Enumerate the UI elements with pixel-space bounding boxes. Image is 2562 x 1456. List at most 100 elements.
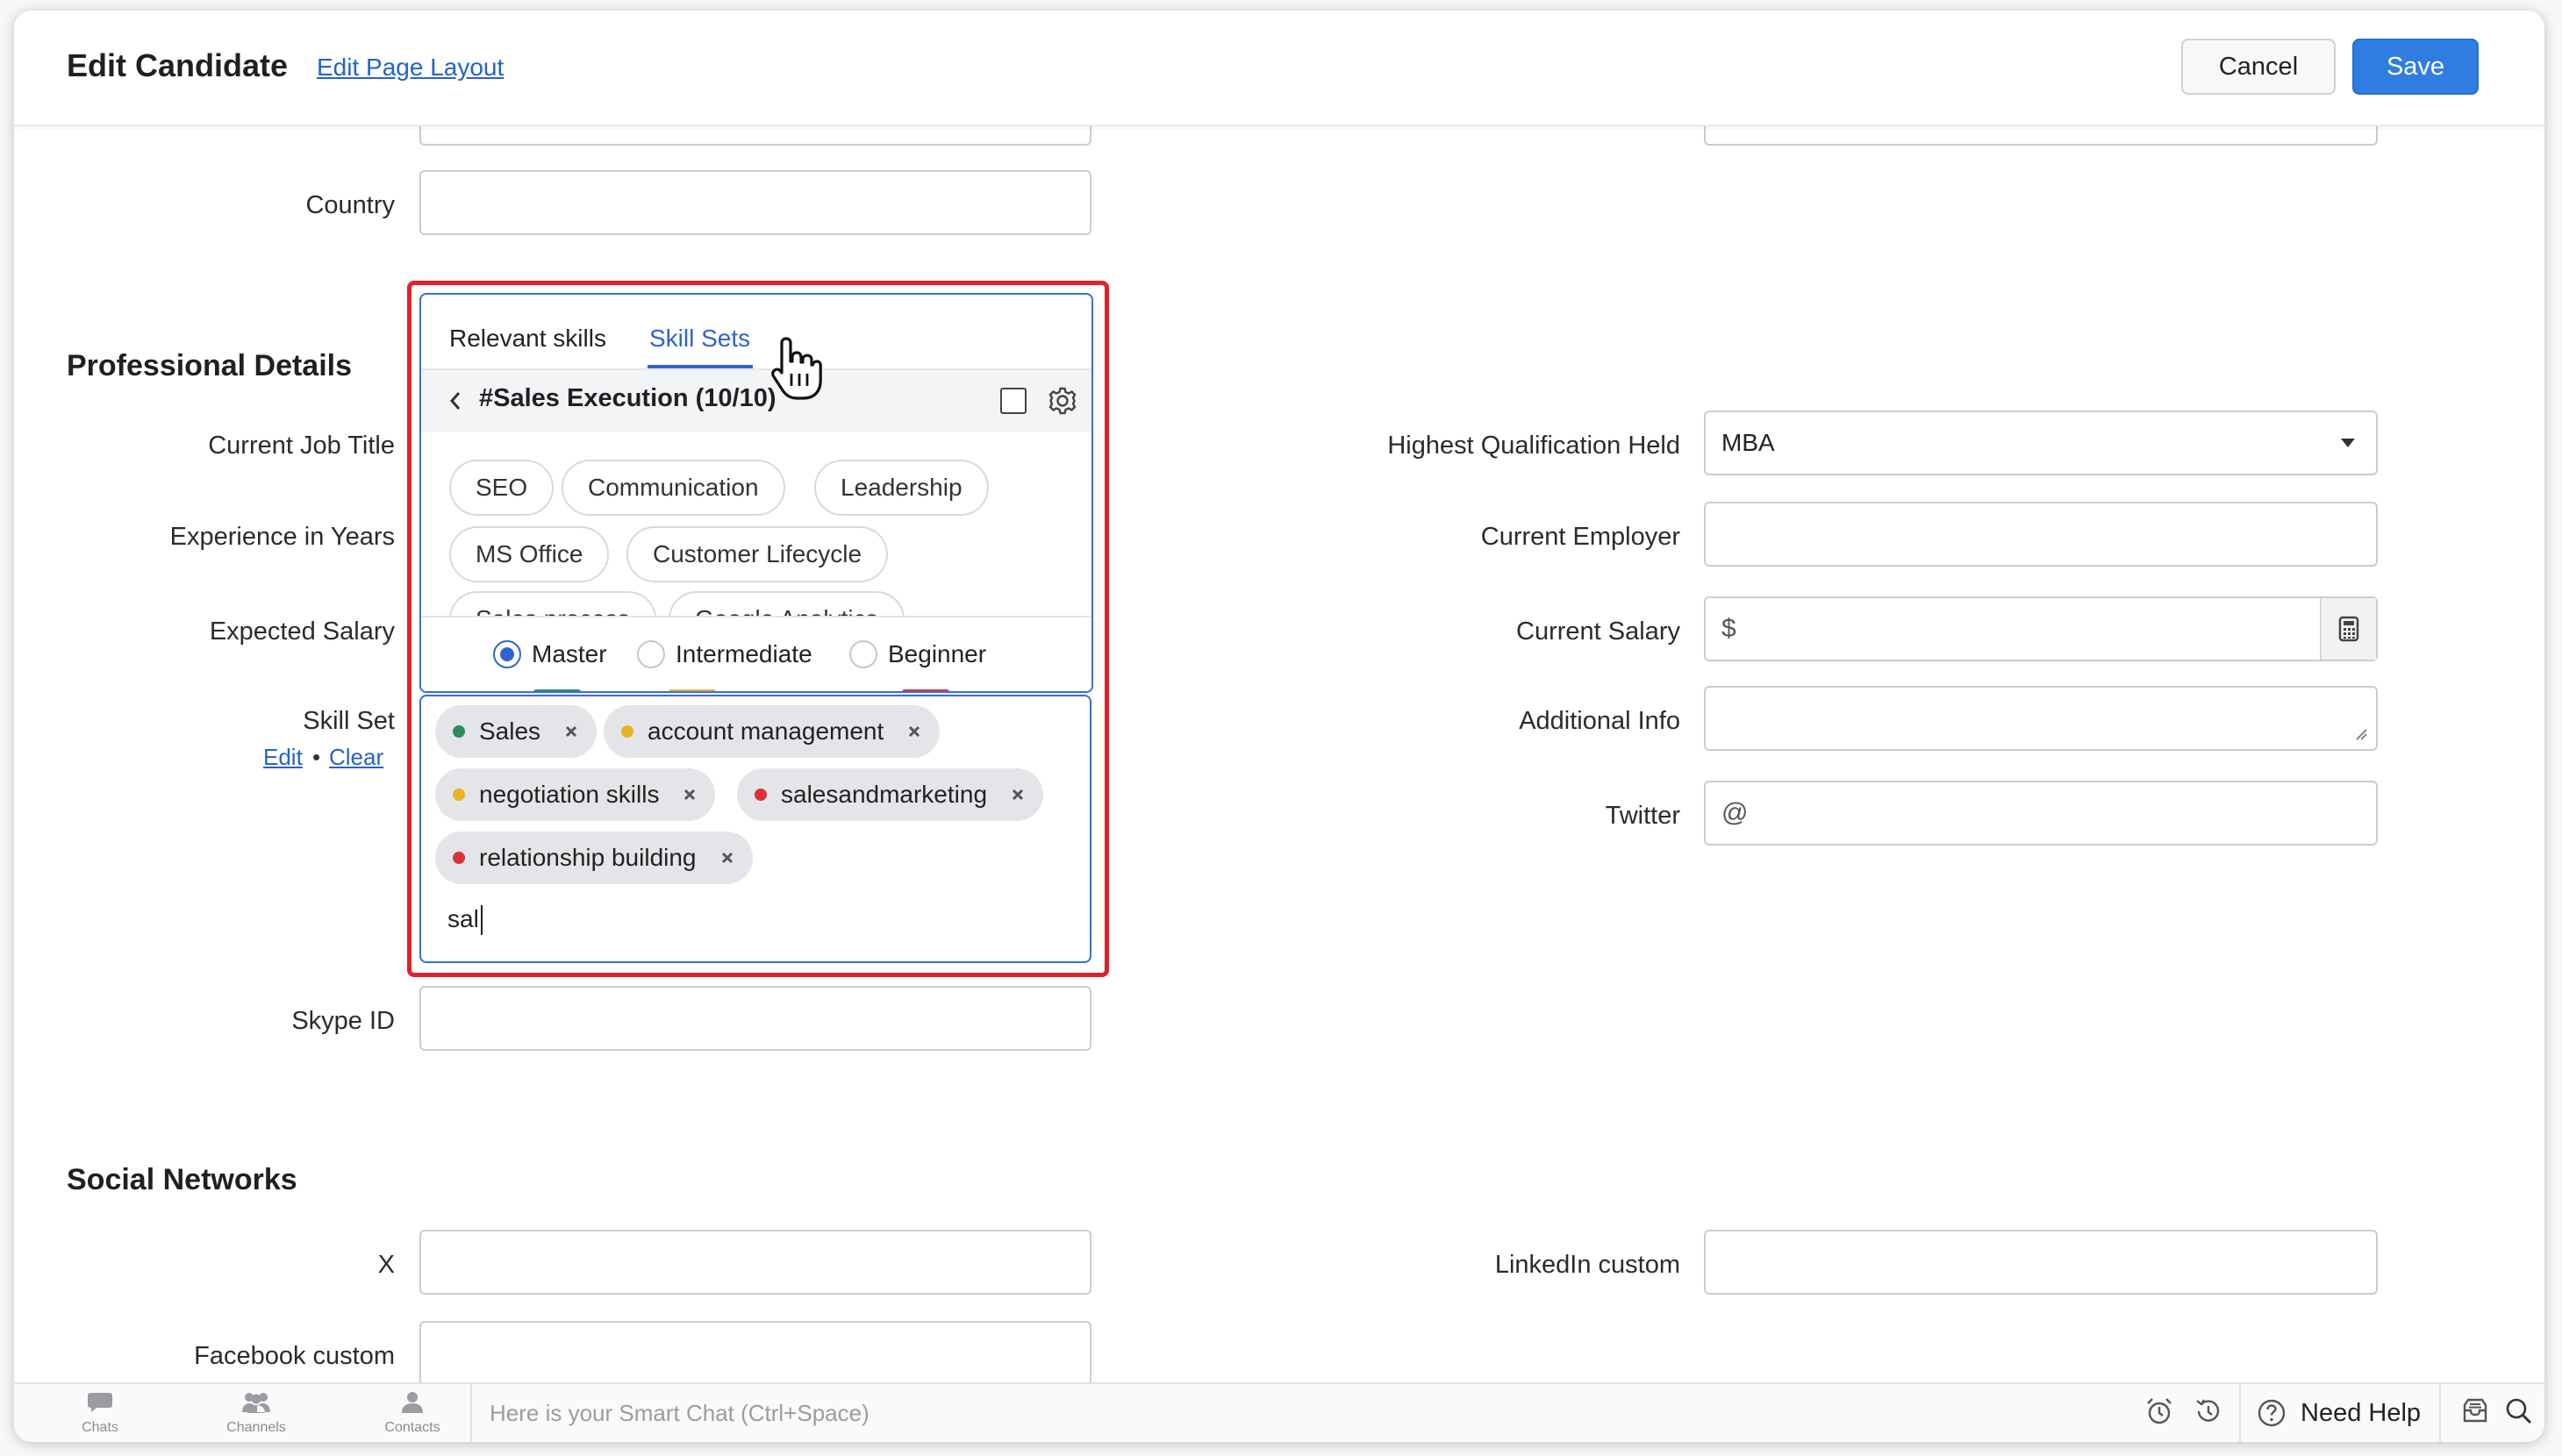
x-field[interactable] [419,1230,1091,1295]
level-dot [755,789,767,801]
level-dot [453,725,465,738]
active-tab-indicator [648,365,753,368]
skill-chip[interactable]: Customer Lifecycle [626,526,889,582]
level-intermediate-radio[interactable] [637,640,665,668]
channels-shortcut[interactable]: Channels [195,1391,318,1436]
skype-id-label: Skype ID [291,1007,395,1035]
app-window: Edit Candidate Edit Page Layout Cancel S… [14,11,2544,1442]
skill-set-clear-link[interactable]: Clear [329,744,383,771]
facebook-field[interactable] [419,1321,1091,1386]
page-header: Edit Candidate Edit Page Layout Cancel S… [14,11,2544,126]
search-icon[interactable] [2504,1396,2534,1426]
skill-set-label: Skill Set [303,707,395,735]
remove-tag-icon[interactable] [1006,783,1029,806]
chats-shortcut[interactable]: Chats [39,1391,161,1436]
contacts-label: Contacts [384,1420,440,1435]
current-salary-field[interactable]: $ [1704,596,2378,661]
skill-chip[interactable]: MS Office [449,526,610,582]
smart-chat-input[interactable]: Here is your Smart Chat (Ctrl+Space) [470,1384,1435,1442]
skill-tag-label: negotiation skills [479,781,660,808]
skill-chip[interactable]: SEO [449,460,555,516]
hand-cursor-icon [771,337,822,400]
expected-salary-label: Expected Salary [209,617,395,646]
skill-tag-label: relationship building [479,844,697,871]
remove-tag-icon[interactable] [678,783,701,806]
history-icon[interactable] [2193,1396,2223,1426]
need-help-button[interactable]: Need Help [2239,1384,2441,1442]
tab-relevant-skills[interactable]: Relevant skills [449,325,606,353]
highest-qualification-label: Highest Qualification Held [1387,432,1680,460]
experience-label: Experience in Years [169,523,395,551]
skill-set-header: #Sales Execution (10/10) [421,370,1091,432]
professional-details-heading: Professional Details [67,349,353,382]
skill-tag-label: salesandmarketing [781,781,988,808]
select-all-checkbox[interactable] [1000,388,1027,414]
twitter-label: Twitter [1605,802,1680,830]
skill-level-selector: Master Intermediate Beginner [421,616,1091,691]
remove-tag-icon[interactable] [903,720,926,743]
level-dot [453,852,465,864]
remove-tag-icon[interactable] [560,720,583,743]
highest-qualification-value: MBA [1721,429,1775,456]
skill-tag: Sales [435,705,598,758]
current-salary-label: Current Salary [1516,617,1680,646]
edit-page-layout-link[interactable]: Edit Page Layout [317,54,504,82]
skill-search-text[interactable]: sal [447,905,483,935]
bottom-bar: Chats Channels Contacts Here is your Sma… [14,1382,2544,1442]
chat-bubble-icon [88,1393,112,1412]
level-master-radio[interactable] [493,640,521,668]
skill-tag: negotiation skills [435,768,716,821]
page-title: Edit Candidate [67,47,289,83]
level-dot [453,789,465,801]
level-master-label[interactable]: Master [532,640,607,668]
x-label: X [377,1251,395,1279]
facebook-label: Facebook custom [194,1342,395,1370]
remove-tag-icon[interactable] [716,846,739,869]
channels-label: Channels [226,1420,286,1435]
dropdown-caret-icon [2341,439,2355,447]
twitter-field[interactable]: @ [1704,781,2378,846]
social-networks-heading: Social Networks [67,1163,297,1196]
linkedin-label: LinkedIn custom [1494,1251,1680,1279]
skill-set-edit-link[interactable]: Edit [263,744,303,771]
additional-info-label: Additional Info [1519,707,1680,735]
contacts-shortcut[interactable]: Contacts [351,1391,474,1436]
tab-skill-sets[interactable]: Skill Sets [649,325,750,353]
highest-qualification-select[interactable]: MBA [1704,410,2378,475]
channels-icon [242,1393,270,1413]
current-employer-label: Current Employer [1480,523,1680,551]
current-job-title-label: Current Job Title [208,432,395,460]
cancel-button[interactable]: Cancel [2181,39,2336,95]
skill-tag: account management [604,705,941,758]
need-help-label: Need Help [2301,1398,2422,1427]
skill-tag-label: account management [648,717,884,745]
linkedin-field[interactable] [1704,1230,2378,1295]
level-intermediate-label[interactable]: Intermediate [676,640,812,668]
skill-picker-popup: Relevant skills Skill Sets #Sales Execut… [419,293,1093,693]
level-beginner-color [902,689,949,691]
skill-chip[interactable]: Leadership [814,460,989,516]
country-field[interactable] [419,170,1091,235]
current-employer-field[interactable] [1704,502,2378,567]
chevron-left-icon[interactable] [447,389,463,412]
level-beginner-label[interactable]: Beginner [888,640,986,668]
alarm-clock-icon[interactable] [2144,1396,2174,1426]
level-intermediate-color [669,689,716,691]
notification-tray-icon[interactable] [2460,1396,2490,1426]
additional-info-textarea[interactable] [1704,686,2378,751]
level-beginner-radio[interactable] [849,640,877,668]
save-button[interactable]: Save [2352,39,2479,95]
level-master-color [533,689,581,691]
skype-id-field[interactable] [419,986,1091,1051]
resize-handle-icon[interactable] [2353,726,2367,740]
skill-set-title: #Sales Execution (10/10) [479,384,776,412]
calculator-icon[interactable] [2320,598,2376,660]
gear-icon[interactable] [1046,384,1079,418]
skill-chip[interactable]: Communication [562,460,785,516]
skill-set-input[interactable]: Sales account management negotiation ski… [419,695,1091,963]
contact-person-icon [402,1392,423,1413]
at-prefix: @ [1721,798,1749,827]
link-separator: • [312,744,321,770]
country-label: Country [305,191,395,219]
skill-tag-label: Sales [479,717,541,745]
